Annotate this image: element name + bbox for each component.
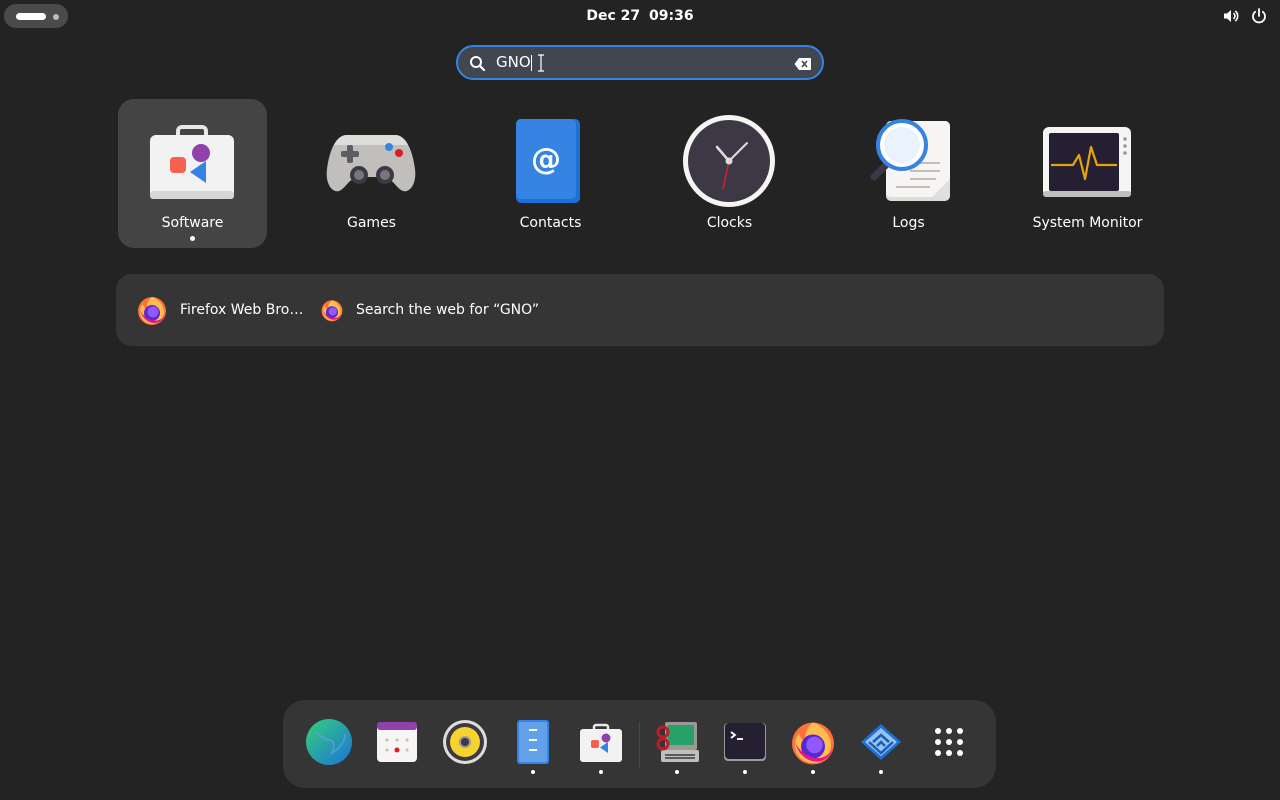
dock-firefox[interactable] [785,714,841,774]
volume-icon[interactable] [1222,7,1240,25]
dock-separator [639,722,640,768]
workspace-indicator [53,14,59,20]
dock-settings[interactable] [649,714,705,774]
app-games[interactable]: Games [297,99,446,248]
files-icon [517,720,549,764]
calendar-icon [377,722,417,762]
provider-app-label: Firefox Web Bro… [180,302,304,318]
search-input[interactable]: GNO [496,47,531,78]
app-clocks[interactable]: Clocks [655,99,804,248]
web-search-label: Search the web for “GNO” [356,302,540,318]
search-entry[interactable]: GNO [456,45,824,80]
app-search-results: Software Games @ Contacts Clocks Logs Sy… [118,99,1168,249]
provider-web-search[interactable]: Search the web for “GNO” [320,292,539,328]
date-time-button[interactable]: Dec 27 09:36 [540,0,740,32]
app-label: Software [161,215,224,231]
software-icon [580,723,622,762]
clocks-icon [683,115,775,207]
dock-files[interactable] [505,714,561,774]
system-monitor-icon [1043,127,1131,197]
workspace-indicator-active [16,13,46,20]
show-apps-icon [935,728,963,756]
text-cursor-icon [537,54,545,76]
dock-terminal[interactable] [717,714,773,774]
dock-web-browser[interactable] [301,714,357,774]
clear-icon[interactable] [794,56,812,75]
search-provider-results: Firefox Web Bro… Search the web for “GNO… [116,274,1164,346]
dock-maze-game[interactable] [853,714,909,774]
provider-firefox-app[interactable]: Firefox Web Bro… [136,292,303,328]
app-logs[interactable]: Logs [834,99,983,248]
dock-calendar[interactable] [369,714,425,774]
dock-software[interactable] [573,714,629,774]
firefox-icon [138,297,166,325]
text-caret [531,55,532,71]
svg-text:@: @ [531,142,561,177]
date-label: Dec 27 [586,8,641,24]
app-system-monitor[interactable]: System Monitor [1013,99,1162,248]
app-contacts[interactable]: @ Contacts [476,99,625,248]
running-indicator [190,236,195,241]
games-icon [326,135,416,192]
software-icon [150,125,234,199]
app-label: Contacts [519,215,582,231]
system-tray[interactable] [1222,6,1268,26]
contacts-icon: @ [516,119,580,203]
app-label: Games [347,215,396,231]
app-label: Logs [892,215,925,231]
power-icon[interactable] [1250,7,1268,25]
app-software[interactable]: Software [118,99,267,248]
running-indicator [879,770,883,774]
settings-icon [656,722,699,762]
search-icon [469,55,486,76]
activities-button[interactable] [4,4,68,28]
running-indicator [743,770,747,774]
running-indicator [599,770,603,774]
terminal-icon [724,723,766,761]
rhythmbox-icon [443,720,487,764]
dock-rhythmbox[interactable] [437,714,493,774]
logs-icon [870,119,950,201]
maze-game-icon [861,724,901,760]
app-label: Clocks [706,215,753,231]
show-apps-button[interactable] [921,714,977,774]
top-bar: Dec 27 09:36 [0,0,1280,32]
time-label: 09:36 [649,8,694,24]
web-browser-icon [306,719,352,765]
running-indicator [531,770,535,774]
app-label: System Monitor [1032,215,1143,231]
firefox-icon [792,722,834,765]
running-indicator [811,770,815,774]
running-indicator [675,770,679,774]
dash [283,700,996,788]
firefox-icon [321,300,343,322]
